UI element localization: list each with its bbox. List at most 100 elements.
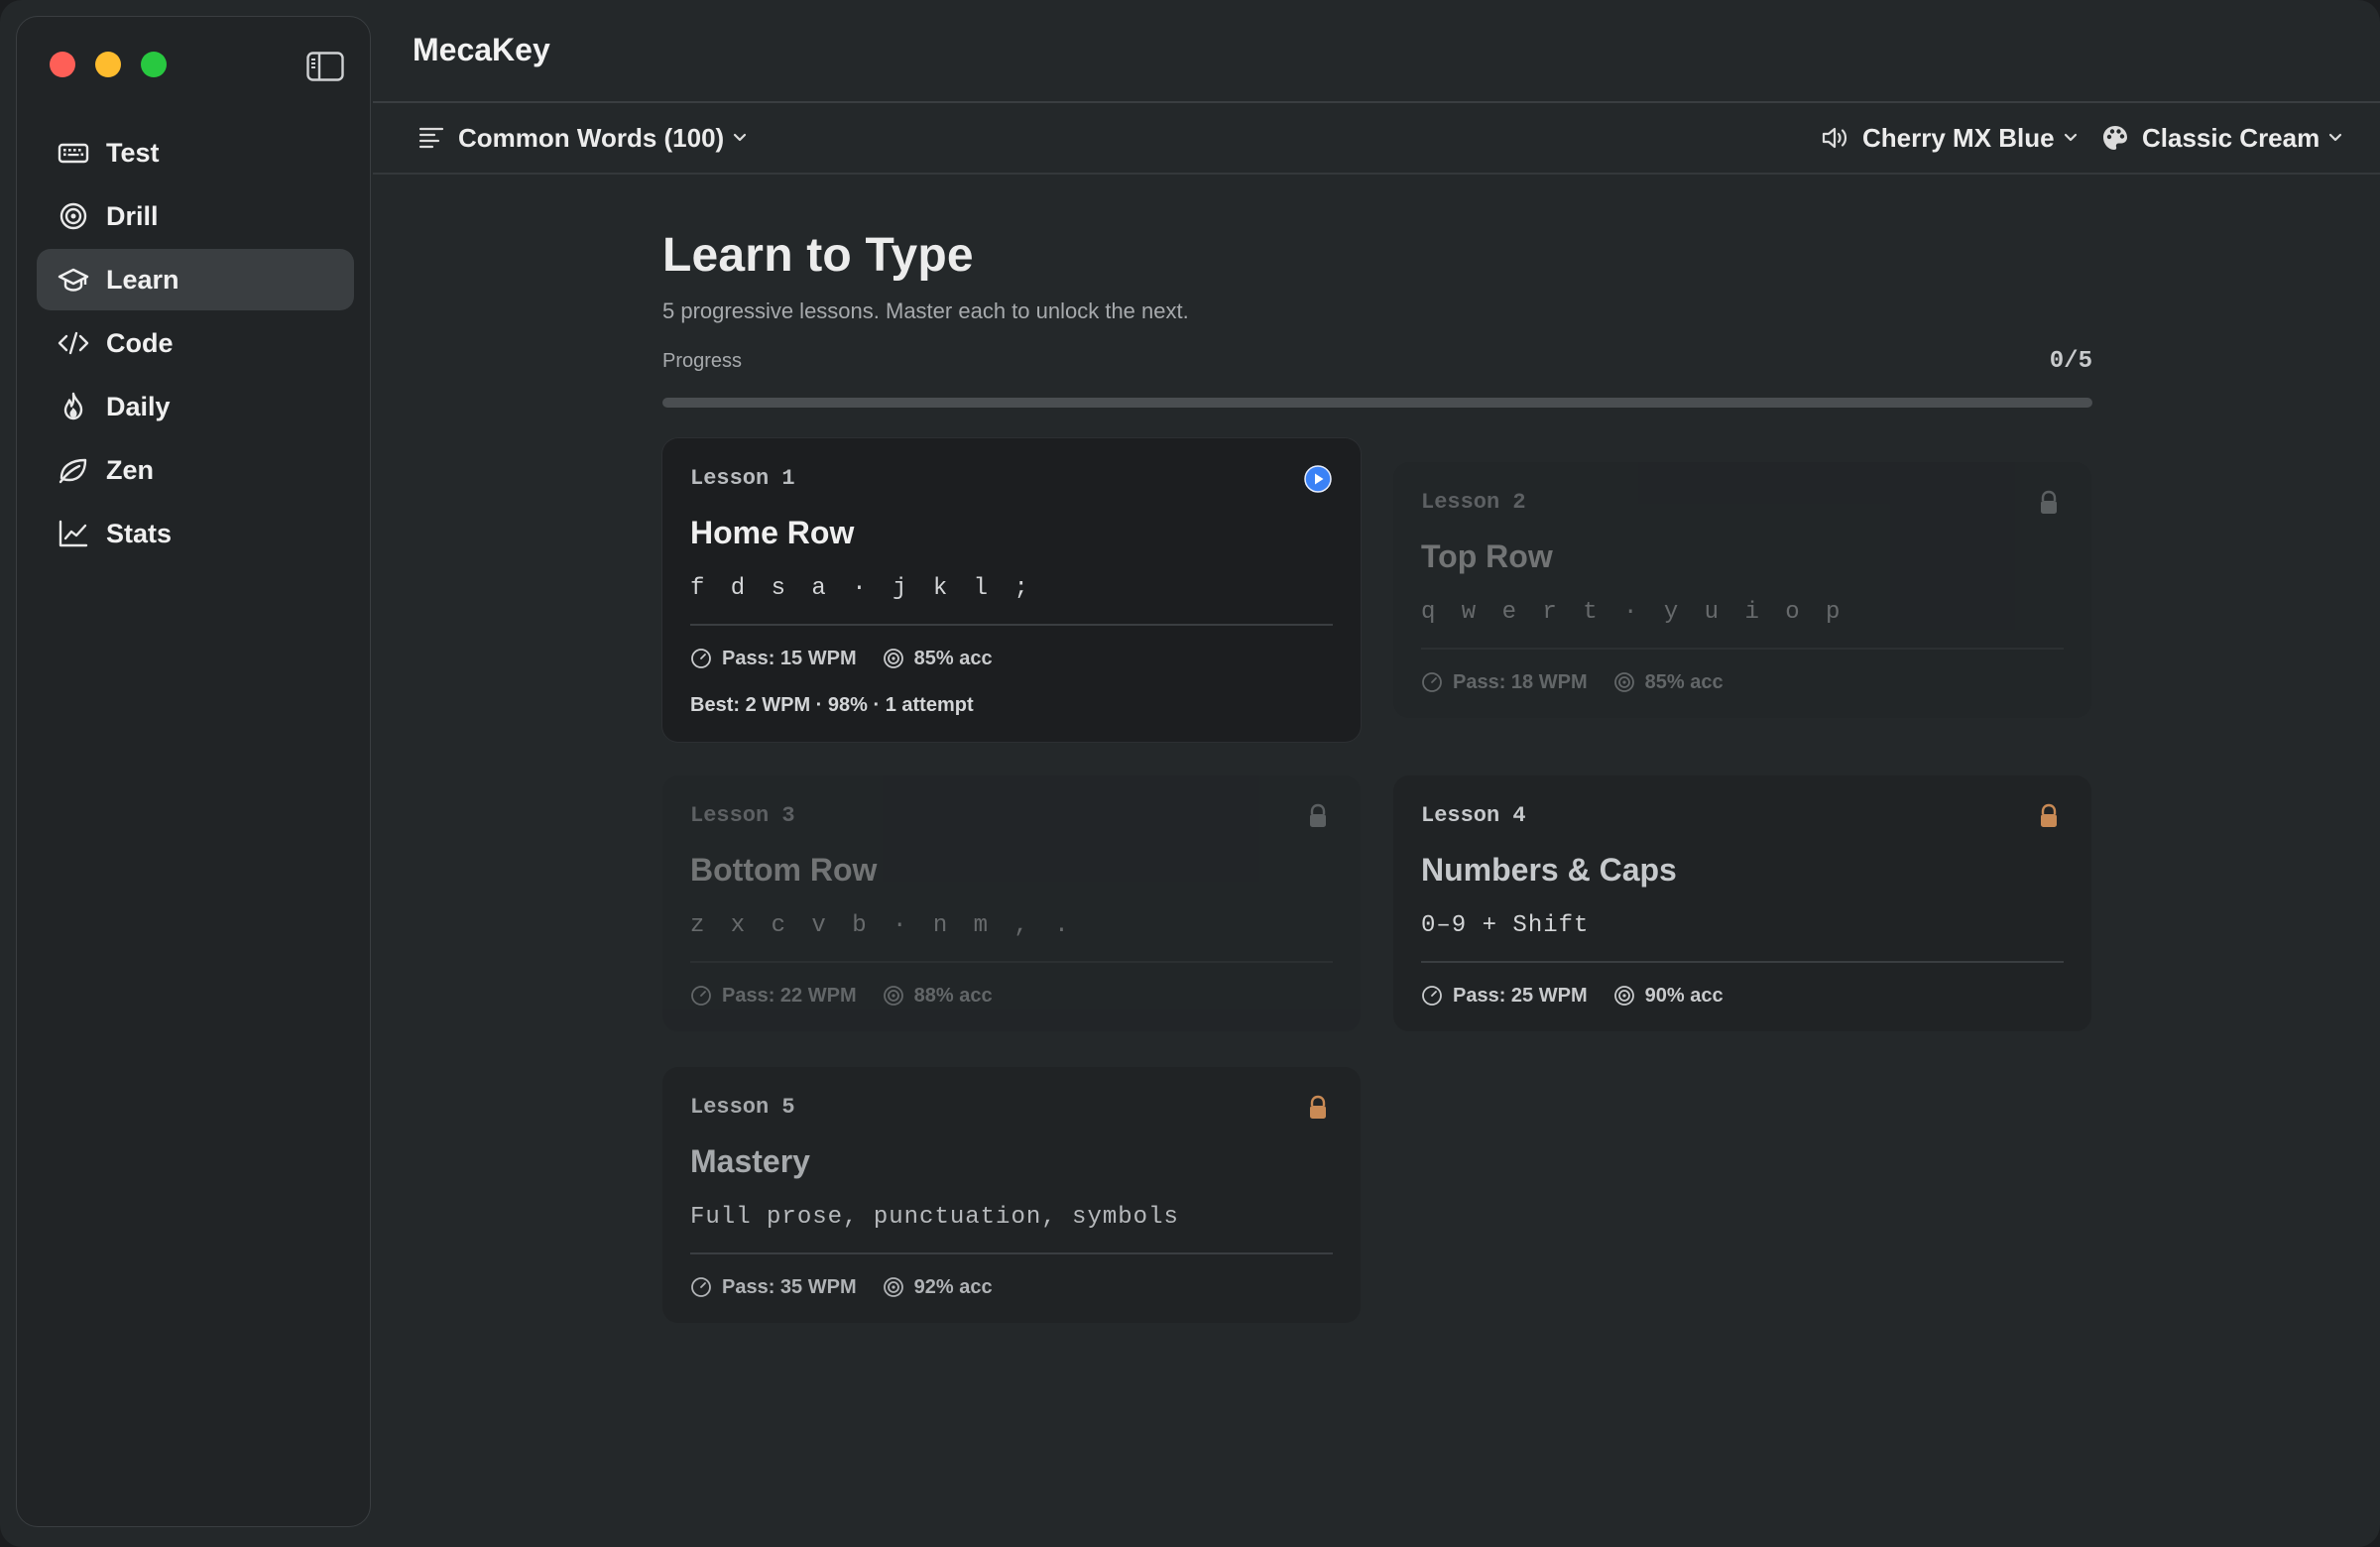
- accuracy: 90% acc: [1644, 984, 1724, 1007]
- sidebar-item-drill[interactable]: Drill: [37, 185, 354, 247]
- progress-count: 0/5: [2049, 348, 2092, 375]
- chevron-down-icon: [2064, 133, 2077, 142]
- lesson-keys: f d s a · j k l ;: [690, 575, 1034, 602]
- accuracy: 88% acc: [913, 984, 993, 1007]
- word-set-label: Common Words (100): [458, 122, 725, 153]
- lock-icon: [2041, 490, 2057, 514]
- lesson-keys: 0–9 + Shift: [1421, 912, 1590, 939]
- pass-requirement: Pass: 22 WPM: [690, 985, 857, 1008]
- sidebar-item-label: Stats: [106, 518, 173, 548]
- sidebar-item-label: Learn: [106, 264, 179, 295]
- lesson-requirements: Pass: 22 WPM 88% acc: [690, 985, 1333, 1008]
- theme-label: Classic Cream: [2142, 122, 2320, 153]
- sidebar-item-stats[interactable]: Stats: [37, 503, 354, 564]
- lesson-requirements: Pass: 25 WPM 90% acc: [1421, 985, 2064, 1008]
- sidebar-item-daily[interactable]: Daily: [37, 376, 354, 437]
- speaker-icon: [1822, 127, 1847, 149]
- sidebar: Test Drill Learn Code Daily Zen Stats: [16, 16, 371, 1527]
- sidebar-item-zen[interactable]: Zen: [37, 439, 354, 501]
- divider: [373, 173, 2380, 175]
- sound-dropdown[interactable]: Cherry MX Blue: [1821, 103, 2079, 173]
- chevron-down-icon: [2329, 133, 2342, 142]
- accuracy: 92% acc: [913, 1275, 993, 1298]
- theme-dropdown[interactable]: Classic Cream: [2100, 103, 2343, 173]
- main-area: MecaKey Common Words (100) Cherry MX Blu…: [373, 0, 2380, 1547]
- lesson-card-4[interactable]: Lesson 4 Numbers & Caps 0–9 + Shift Pass…: [1393, 775, 2091, 1031]
- divider: [690, 624, 1333, 626]
- page-title: Learn to Type: [662, 229, 974, 282]
- pass-requirement: Pass: 25 WPM: [1421, 985, 1588, 1008]
- lesson-number: Lesson 5: [690, 1095, 795, 1120]
- sidebar-item-test[interactable]: Test: [37, 122, 354, 183]
- pass-wpm: Pass: 35 WPM: [722, 1275, 857, 1298]
- speedometer-icon: [691, 1277, 711, 1297]
- pass-wpm: Pass: 25 WPM: [1453, 984, 1588, 1007]
- target-icon: [883, 986, 903, 1006]
- target-icon: [883, 1277, 903, 1297]
- pass-requirement: Pass: 18 WPM: [1421, 671, 1588, 694]
- sound-label: Cherry MX Blue: [1862, 122, 2055, 153]
- lesson-number: Lesson 3: [690, 803, 795, 828]
- flame-icon: [57, 390, 90, 423]
- lesson-requirements: Pass: 35 WPM 92% acc: [690, 1276, 1333, 1299]
- leaf-icon: [57, 453, 90, 487]
- graduation-cap-icon: [57, 263, 90, 297]
- divider: [690, 1252, 1333, 1254]
- lesson-name: Bottom Row: [690, 852, 878, 888]
- target-icon: [1613, 672, 1634, 692]
- zoom-window-button[interactable]: [141, 52, 167, 77]
- sidebar-item-label: Drill: [106, 200, 159, 231]
- word-set-dropdown[interactable]: Common Words (100): [418, 103, 748, 173]
- pass-requirement: Pass: 15 WPM: [690, 648, 857, 670]
- lesson-name: Numbers & Caps: [1421, 852, 1677, 888]
- best-result: Best: 2 WPM · 98% · 1 attempt: [690, 693, 974, 716]
- speedometer-icon: [1422, 986, 1442, 1006]
- text-align-icon: [418, 127, 444, 149]
- accuracy: 85% acc: [1644, 670, 1724, 693]
- progress-header: Progress 0/5: [662, 348, 2092, 380]
- pass-wpm: Pass: 15 WPM: [722, 647, 857, 669]
- accuracy-requirement: 90% acc: [1613, 985, 1724, 1008]
- accuracy-requirement: 85% acc: [883, 648, 993, 670]
- speedometer-icon: [691, 649, 711, 668]
- target-icon: [1613, 986, 1634, 1006]
- sidebar-item-code[interactable]: Code: [37, 312, 354, 374]
- pass-wpm: Pass: 18 WPM: [1453, 670, 1588, 693]
- code-icon: [57, 326, 90, 360]
- chart-line-icon: [57, 517, 90, 550]
- app-title: MecaKey: [413, 32, 550, 67]
- chevron-down-icon: [734, 133, 747, 142]
- lesson-card-1[interactable]: Lesson 1 Home Row f d s a · j k l ; Pass…: [662, 438, 1361, 742]
- lesson-card-2[interactable]: Lesson 2 Top Row q w e r t · y u i o p P…: [1393, 462, 2091, 718]
- lock-icon: [1310, 1095, 1326, 1119]
- lesson-requirements: Pass: 18 WPM 85% acc: [1421, 671, 2064, 694]
- target-icon: [57, 199, 90, 233]
- lock-icon: [2041, 803, 2057, 827]
- lesson-keys: Full prose, punctuation, symbols: [690, 1204, 1179, 1231]
- keyboard-icon: [57, 136, 90, 170]
- minimize-window-button[interactable]: [95, 52, 121, 77]
- progress-bar: [662, 398, 2092, 408]
- sidebar-toggle-icon[interactable]: [306, 52, 344, 81]
- lesson-card-5[interactable]: Lesson 5 Mastery Full prose, punctuation…: [662, 1067, 1361, 1323]
- app-window: Test Drill Learn Code Daily Zen Stats Me…: [0, 0, 2380, 1547]
- accuracy-requirement: 92% acc: [883, 1276, 993, 1299]
- close-window-button[interactable]: [50, 52, 75, 77]
- accuracy: 85% acc: [913, 647, 993, 669]
- play-icon[interactable]: [1303, 464, 1333, 494]
- lock-icon: [1310, 803, 1326, 827]
- learn-content: Learn to Type 5 progressive lessons. Mas…: [662, 228, 2092, 1323]
- toolbar: Common Words (100) Cherry MX Blue Classi…: [373, 103, 2380, 173]
- lesson-number: Lesson 4: [1421, 803, 1526, 828]
- sidebar-item-label: Daily: [106, 391, 171, 421]
- lesson-card-3[interactable]: Lesson 3 Bottom Row z x c v b · n m , . …: [662, 775, 1361, 1031]
- divider: [690, 961, 1333, 963]
- sidebar-item-label: Code: [106, 327, 174, 358]
- sidebar-item-label: Test: [106, 137, 160, 168]
- palette-icon: [2103, 126, 2127, 150]
- sidebar-item-label: Zen: [106, 454, 155, 485]
- progress-label: Progress: [662, 350, 743, 372]
- sidebar-item-learn[interactable]: Learn: [37, 249, 354, 310]
- lesson-name: Top Row: [1421, 538, 1553, 574]
- lesson-name: Home Row: [690, 515, 855, 550]
